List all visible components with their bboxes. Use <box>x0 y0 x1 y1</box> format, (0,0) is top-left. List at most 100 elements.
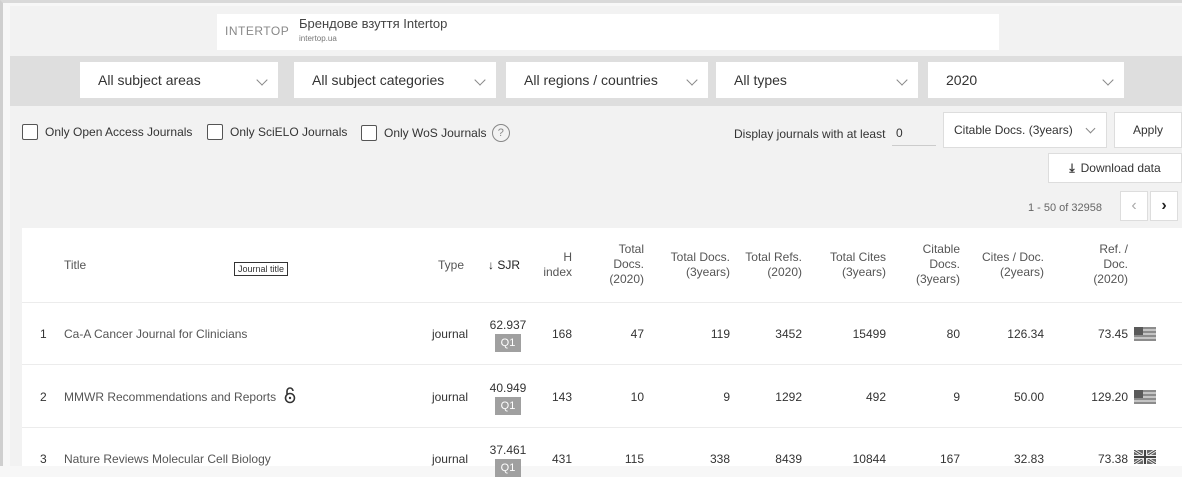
chevron-down-icon <box>1102 74 1114 86</box>
ad-url: intertop.ua <box>299 34 337 43</box>
col-total-docs-line3: (2020) <box>609 272 644 286</box>
page: INTERTOP Брендове взуття Intertop intert… <box>10 6 1182 477</box>
row-rank: 3 <box>40 452 47 466</box>
row-total-cites: 492 <box>865 390 886 404</box>
col-total-docs-3y[interactable]: Total Docs. (3years) <box>662 250 730 280</box>
col-ref-doc-line1: Ref. / <box>1099 242 1128 256</box>
row-rank: 1 <box>40 327 47 341</box>
checkbox-icon[interactable] <box>361 125 377 141</box>
col-citable-docs[interactable]: Citable Docs. (3years) <box>910 242 960 287</box>
col-total-cites-line2: (3years) <box>841 265 886 279</box>
ad-banner[interactable]: INTERTOP Брендове взуття Intertop intert… <box>217 14 999 50</box>
open-access-checkbox[interactable]: Only Open Access Journals <box>22 124 192 140</box>
filter-bar: All subject areas All subject categories… <box>10 56 1182 106</box>
scielo-checkbox[interactable]: Only SciELO Journals <box>207 124 347 140</box>
col-total-refs-line1: Total Refs. <box>745 250 802 264</box>
row-total-refs: 1292 <box>775 390 802 404</box>
quartile-badge: Q1 <box>495 334 521 352</box>
chevron-down-icon <box>256 74 268 86</box>
open-access-label: Only Open Access Journals <box>45 125 193 139</box>
subject-categories-dropdown[interactable]: All subject categories <box>294 62 496 98</box>
row-citable-docs: 80 <box>946 327 960 341</box>
col-citable-docs-line1: Citable <box>922 242 960 256</box>
chevron-down-icon <box>1085 123 1096 134</box>
col-type[interactable]: Type <box>422 258 464 273</box>
row-sjr: 40.949 Q1 <box>488 381 528 415</box>
row-h-index: 431 <box>551 452 572 466</box>
types-value: All types <box>734 72 787 88</box>
pagination-range: 1 - 50 of 32958 <box>1028 202 1103 214</box>
apply-button[interactable]: Apply <box>1114 112 1182 148</box>
row-total-docs: 10 <box>630 390 644 404</box>
row-h-index: 143 <box>551 390 572 404</box>
chevron-down-icon <box>896 74 908 86</box>
col-total-cites[interactable]: Total Cites (3years) <box>810 250 886 280</box>
checkbox-icon[interactable] <box>22 124 38 140</box>
sjr-value: 37.461 <box>489 443 527 457</box>
subject-categories-value: All subject categories <box>312 72 445 88</box>
journal-title-link[interactable]: Nature Reviews Molecular Cell Biology <box>64 452 271 466</box>
row-total-cites: 10844 <box>852 452 886 466</box>
col-cites-doc-line2: (2years) <box>999 265 1044 279</box>
sjr-value: 62.937 <box>489 318 527 332</box>
col-ref-doc[interactable]: Ref. / Doc. (2020) <box>1082 242 1128 287</box>
col-ref-doc-line2: Doc. <box>1103 257 1128 271</box>
threshold-metric-value: Citable Docs. (3years) <box>954 123 1073 137</box>
col-citable-docs-line3: (3years) <box>915 272 960 286</box>
open-access-lock-icon <box>284 387 296 404</box>
row-cites-doc: 32.83 <box>1013 452 1044 466</box>
previous-page-button[interactable]: ‹ <box>1120 191 1148 221</box>
row-type: journal <box>431 327 468 341</box>
download-data-button[interactable]: ⤓ Download data <box>1048 153 1182 183</box>
col-total-docs-3y-line1: Total Docs. <box>670 250 730 264</box>
col-h-index-line1: H <box>563 250 572 264</box>
us-flag-icon <box>1134 390 1156 404</box>
next-page-button[interactable]: › <box>1150 191 1178 221</box>
regions-dropdown[interactable]: All regions / countries <box>506 62 708 98</box>
row-citable-docs: 9 <box>953 390 960 404</box>
row-h-index: 168 <box>551 327 572 341</box>
chevron-down-icon <box>686 74 698 86</box>
col-title[interactable]: Title <box>64 258 86 273</box>
year-value: 2020 <box>946 72 978 88</box>
types-dropdown[interactable]: All types <box>716 62 918 98</box>
journal-title-link[interactable]: Ca-A Cancer Journal for Clinicians <box>64 327 247 341</box>
row-total-docs-3y: 119 <box>710 327 730 341</box>
sjr-value: 40.949 <box>489 381 527 395</box>
checkbox-icon[interactable] <box>207 124 223 140</box>
journal-table: Title Journal title Type ↓ SJR H index T… <box>22 228 1182 477</box>
subject-areas-value: All subject areas <box>98 72 201 88</box>
threshold-metric-dropdown[interactable]: Citable Docs. (3years) <box>943 112 1107 148</box>
subject-areas-dropdown[interactable]: All subject areas <box>80 62 278 98</box>
col-total-cites-line1: Total Cites <box>829 250 886 264</box>
column-tooltip: Journal title <box>234 262 289 276</box>
col-total-docs-3y-line2: (3years) <box>685 265 730 279</box>
threshold-input[interactable]: 0 <box>892 120 936 146</box>
row-cites-doc: 126.34 <box>1007 327 1044 341</box>
scielo-label: Only SciELO Journals <box>230 125 348 139</box>
col-h-index-line2: index <box>543 265 572 279</box>
row-type: journal <box>431 390 468 404</box>
regions-value: All regions / countries <box>524 72 658 88</box>
row-total-cites: 15499 <box>852 327 886 341</box>
ad-brand-logo: INTERTOP <box>225 24 290 38</box>
row-cites-doc: 50.00 <box>1013 390 1044 404</box>
col-h-index[interactable]: H index <box>532 250 572 280</box>
col-total-docs-line2: Docs. <box>613 257 644 271</box>
col-total-refs-line2: (2020) <box>767 265 802 279</box>
help-icon[interactable]: ? <box>491 124 510 142</box>
col-sjr[interactable]: ↓ SJR <box>478 258 520 273</box>
row-total-docs: 47 <box>630 327 644 341</box>
col-cites-doc[interactable]: Cites / Doc. (2years) <box>968 250 1044 280</box>
row-divider <box>22 364 1182 365</box>
wos-checkbox[interactable]: Only WoS Journals ? <box>361 124 510 142</box>
col-total-refs[interactable]: Total Refs. (2020) <box>730 250 802 280</box>
year-dropdown[interactable]: 2020 <box>928 62 1124 98</box>
row-total-refs: 3452 <box>775 327 802 341</box>
journal-title-link[interactable]: MMWR Recommendations and Reports <box>64 390 276 404</box>
row-total-docs-3y: 338 <box>709 452 730 466</box>
row-ref-doc: 73.38 <box>1097 452 1128 466</box>
ad-title[interactable]: Брендове взуття Intertop <box>299 16 447 31</box>
col-total-docs[interactable]: Total Docs. (2020) <box>602 242 644 287</box>
row-type: journal <box>431 452 468 466</box>
